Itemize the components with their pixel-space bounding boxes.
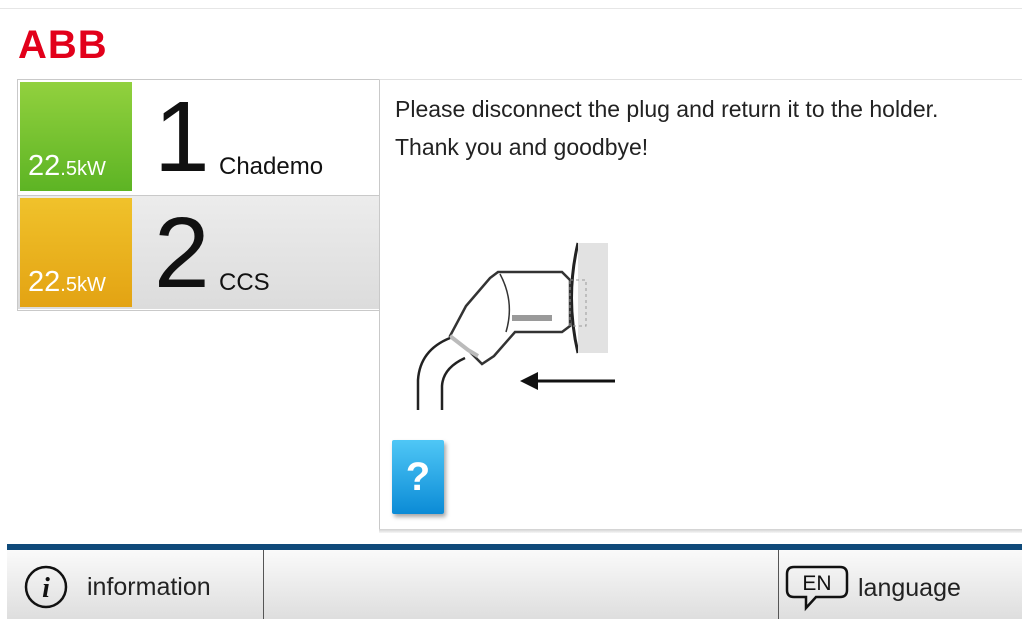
speech-bubble-icon: EN <box>785 565 849 612</box>
info-icon: i <box>24 565 68 609</box>
connector-2-power: 22.5kW <box>28 266 106 298</box>
plug-return-illustration <box>416 242 615 410</box>
information-label: information <box>87 573 211 601</box>
connector-1-number: 1 <box>154 81 210 193</box>
language-label: language <box>858 574 961 602</box>
svg-text:i: i <box>42 573 50 604</box>
main-panel: Please disconnect the plug and return it… <box>379 79 1022 531</box>
main-panel-shadow <box>379 529 1022 533</box>
top-divider <box>0 8 1022 9</box>
instruction-message: Please disconnect the plug and return it… <box>395 96 939 122</box>
connector-1[interactable]: 22.5kW 1 Chademo <box>18 80 380 193</box>
abb-logo: ABB <box>18 23 108 62</box>
connector-1-name: Chademo <box>219 153 324 180</box>
connector-1-power-box: 22.5kW <box>20 82 132 191</box>
connector-2[interactable]: 22.5kW 2 CCS <box>18 195 380 309</box>
connector-2-name: CCS <box>219 269 270 296</box>
goodbye-message: Thank you and goodbye! <box>395 134 649 160</box>
help-button[interactable]: ? <box>392 440 444 514</box>
connector-2-power-box: 22.5kW <box>20 198 132 307</box>
svg-text:ABB: ABB <box>18 23 108 62</box>
language-button[interactable]: EN language <box>779 550 1022 619</box>
connector-list: 22.5kW 1 Chademo 22.5kW 2 CCS <box>17 79 380 311</box>
connector-2-number: 2 <box>154 197 210 309</box>
footer-divider-left <box>263 550 264 619</box>
connector-1-power: 22.5kW <box>28 150 106 182</box>
svg-text:EN: EN <box>802 572 831 595</box>
information-button[interactable]: i information <box>7 550 263 619</box>
